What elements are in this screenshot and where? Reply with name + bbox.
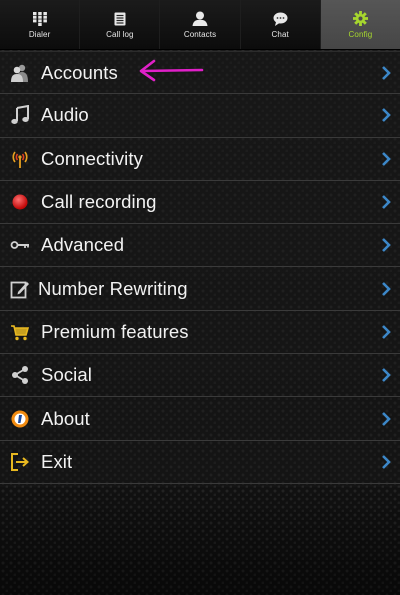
menu-item-number-rewriting[interactable]: Number Rewriting (0, 267, 400, 311)
cart-icon (9, 321, 31, 343)
chevron-right-icon (382, 151, 391, 166)
menu-item-social[interactable]: Social (0, 354, 400, 398)
contacts-icon (192, 11, 208, 26)
tab-call-log[interactable]: Call log (80, 0, 161, 49)
chevron-right-icon (382, 65, 391, 80)
menu-item-label: Call recording (41, 191, 157, 213)
chat-bubble-icon (272, 11, 288, 26)
menu-item-label: Audio (41, 104, 89, 126)
menu-item-label: Accounts (41, 61, 118, 83)
tab-dialer-label: Dialer (28, 30, 51, 39)
tab-config-label: Config (348, 30, 373, 39)
tab-bar: Dialer Call log Contacts Chat Config (0, 0, 400, 50)
record-dot-icon (9, 191, 31, 213)
tab-chat-label: Chat (271, 30, 289, 39)
share-icon (9, 364, 31, 386)
tab-call-log-label: Call log (106, 30, 134, 39)
accounts-icon (9, 62, 31, 84)
call-log-icon (112, 11, 128, 26)
menu-item-advanced[interactable]: Advanced (0, 224, 400, 268)
menu-item-label: Social (41, 364, 92, 386)
menu-item-connectivity[interactable]: Connectivity (0, 138, 400, 181)
chevron-right-icon (382, 281, 391, 296)
menu-item-exit[interactable]: Exit (0, 441, 400, 484)
dialpad-icon (32, 11, 48, 26)
exit-icon (9, 451, 31, 473)
menu-item-label: Advanced (41, 234, 125, 256)
chevron-right-icon (382, 195, 391, 209)
tab-contacts-label: Contacts (183, 30, 217, 39)
key-icon (9, 234, 31, 256)
chevron-right-icon (382, 238, 391, 253)
tab-dialer[interactable]: Dialer (0, 0, 81, 49)
menu-item-accounts[interactable]: Accounts (0, 51, 400, 95)
annotation-arrow-icon (139, 59, 204, 82)
menu-item-label: Premium features (41, 320, 189, 342)
menu-item-audio[interactable]: Audio (0, 94, 400, 138)
antenna-icon (9, 148, 31, 170)
menu-item-label: Exit (41, 450, 73, 472)
edit-icon (9, 278, 31, 300)
tab-config[interactable]: Config (320, 0, 400, 49)
chevron-right-icon (382, 325, 391, 339)
menu-item-label: Number Rewriting (38, 277, 188, 299)
tab-contacts[interactable]: Contacts (160, 0, 241, 49)
gear-icon (352, 11, 368, 26)
chevron-right-icon (382, 411, 391, 426)
empty-background (0, 487, 400, 595)
chevron-right-icon (382, 454, 391, 469)
about-icon (9, 408, 31, 430)
settings-menu: Accounts Audio Connectivity Call recordi… (0, 51, 400, 484)
chevron-right-icon (382, 108, 391, 123)
tab-chat[interactable]: Chat (240, 0, 321, 49)
menu-item-about[interactable]: About (0, 397, 400, 441)
music-note-icon (9, 104, 31, 126)
menu-item-premium-features[interactable]: Premium features (0, 311, 400, 355)
chevron-right-icon (382, 368, 391, 383)
menu-item-call-recording[interactable]: Call recording (0, 181, 400, 225)
menu-item-label: Connectivity (41, 147, 143, 169)
menu-item-label: About (41, 407, 90, 429)
